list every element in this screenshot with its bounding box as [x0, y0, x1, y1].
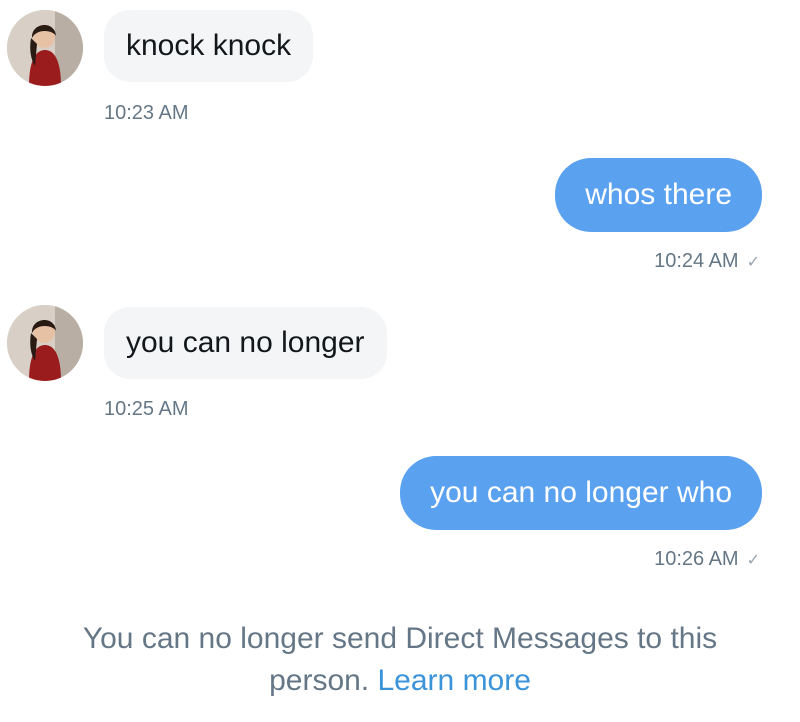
message-timestamp-row: 10:24 AM ✓ [654, 250, 760, 273]
sender-avatar[interactable] [7, 305, 83, 381]
notice-text: person. [269, 664, 370, 697]
message-text: you can no longer who [430, 476, 732, 509]
message-bubble-outgoing[interactable]: whos there [555, 158, 762, 232]
notice-line-1: You can no longer send Direct Messages t… [82, 622, 718, 655]
notice-line-2: person. Learn more [0, 660, 800, 702]
message-timestamp: 10:23 AM [104, 102, 189, 124]
avatar-image [7, 305, 83, 381]
message-text: whos there [585, 178, 732, 211]
message-text: knock knock [126, 29, 292, 62]
check-icon: ✓ [746, 551, 760, 569]
message-bubble-incoming[interactable]: you can no longer [104, 307, 387, 379]
message-bubble-incoming[interactable]: knock knock [104, 10, 314, 82]
message-bubble-outgoing[interactable]: you can no longer who [400, 456, 762, 530]
message-text: you can no longer [126, 326, 365, 359]
avatar-image [7, 10, 83, 86]
message-timestamp: 10:24 AM [654, 250, 739, 272]
sender-avatar[interactable] [7, 10, 83, 86]
check-icon: ✓ [746, 253, 760, 271]
message-timestamp-row: 10:26 AM ✓ [654, 548, 760, 571]
message-timestamp: 10:25 AM [104, 398, 189, 420]
dm-blocked-notice: You can no longer send Direct Messages t… [0, 618, 800, 702]
learn-more-link[interactable]: Learn more [378, 664, 531, 697]
message-timestamp: 10:26 AM [654, 548, 739, 570]
